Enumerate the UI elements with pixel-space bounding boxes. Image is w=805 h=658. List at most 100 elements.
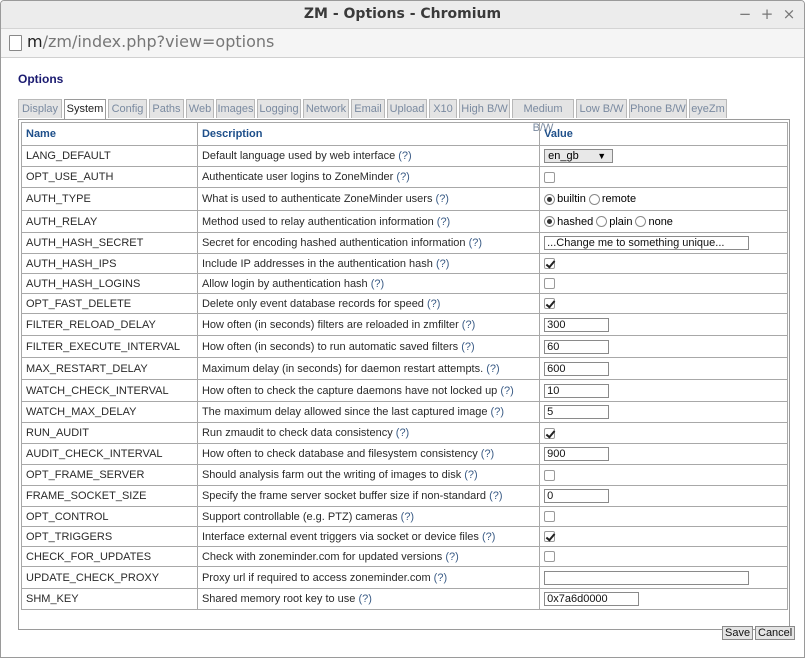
description-text: How often to check database and filesyst… bbox=[201, 448, 478, 460]
help-link[interactable]: (?) bbox=[396, 171, 409, 183]
help-link[interactable]: (?) bbox=[491, 406, 504, 418]
help-link[interactable]: (?) bbox=[464, 469, 477, 481]
close-icon[interactable]: × bbox=[779, 4, 799, 24]
option-description: The maximum delay allowed since the last… bbox=[196, 401, 541, 423]
tab-upload[interactable]: Upload bbox=[387, 99, 427, 118]
option-checkbox[interactable] bbox=[544, 427, 556, 439]
chevron-down-icon: ▼ bbox=[597, 151, 607, 161]
option-text-input[interactable]: 0 bbox=[544, 489, 610, 503]
tab-logging[interactable]: Logging bbox=[257, 99, 301, 118]
tab-low-b-w[interactable]: Low B/W bbox=[576, 99, 627, 118]
option-value bbox=[539, 422, 788, 444]
radio-remote[interactable] bbox=[588, 193, 600, 205]
tab-images[interactable]: Images bbox=[216, 99, 255, 118]
help-link[interactable]: (?) bbox=[445, 551, 458, 563]
help-link[interactable]: (?) bbox=[486, 363, 499, 375]
option-description: Secret for encoding hashed authenticatio… bbox=[196, 232, 541, 254]
tab-high-b-w[interactable]: High B/W bbox=[459, 99, 510, 118]
radio-none[interactable] bbox=[635, 216, 647, 228]
help-link[interactable]: (?) bbox=[436, 258, 449, 270]
tab-paths[interactable]: Paths bbox=[149, 99, 184, 118]
help-link[interactable]: (?) bbox=[396, 427, 409, 439]
option-checkbox[interactable] bbox=[544, 531, 556, 543]
tab-x10[interactable]: X10 bbox=[429, 99, 457, 118]
description-text: Interface external event triggers via so… bbox=[201, 530, 479, 543]
help-link[interactable]: (?) bbox=[469, 237, 482, 249]
tab-config[interactable]: Config bbox=[108, 99, 147, 118]
description-text: Method used to relay authentication info… bbox=[201, 215, 434, 228]
option-checkbox[interactable] bbox=[544, 258, 556, 270]
language-select[interactable]: en_gb ▼ bbox=[544, 149, 614, 163]
table-row: LANG_DEFAULT Default language used by web… bbox=[21, 145, 788, 167]
option-text-input[interactable]: 300 bbox=[544, 317, 610, 332]
option-name: AUTH_HASH_LOGINS bbox=[21, 273, 198, 294]
save-button[interactable]: Save bbox=[722, 626, 754, 640]
help-link[interactable]: (?) bbox=[489, 490, 502, 502]
option-text-input[interactable]: 900 bbox=[544, 447, 610, 461]
tab-network[interactable]: Network bbox=[303, 99, 349, 118]
option-checkbox[interactable] bbox=[544, 511, 556, 523]
option-name: RUN_AUDIT bbox=[21, 422, 198, 444]
help-link[interactable]: (?) bbox=[401, 511, 414, 523]
option-value: builtin remote bbox=[539, 187, 788, 211]
browser-window: ZM - Options - Chromium − + × m/zm/index… bbox=[0, 0, 805, 658]
maximize-icon[interactable]: + bbox=[757, 4, 777, 24]
description-text: Maximum delay (in seconds) for daemon re… bbox=[201, 362, 484, 375]
option-text-input[interactable]: 10 bbox=[544, 383, 610, 398]
option-value: 300 bbox=[539, 313, 788, 336]
cancel-button[interactable]: Cancel bbox=[755, 626, 796, 640]
tab-eyezm[interactable]: eyeZm bbox=[689, 99, 727, 118]
option-description: Allow login by authentication hash (?) bbox=[196, 273, 541, 294]
option-value: 10 bbox=[539, 379, 788, 402]
help-link[interactable]: (?) bbox=[427, 298, 440, 310]
option-value: en_gb ▼ bbox=[539, 145, 788, 167]
table-row: FRAME_SOCKET_SIZE Specify the frame serve… bbox=[21, 485, 788, 507]
option-checkbox[interactable] bbox=[544, 171, 556, 183]
help-link[interactable]: (?) bbox=[462, 319, 475, 331]
tab-system[interactable]: System bbox=[64, 99, 106, 120]
help-link[interactable]: (?) bbox=[500, 385, 513, 397]
tab-phone-b-w[interactable]: Phone B/W bbox=[629, 99, 687, 118]
option-description: Interface external event triggers via so… bbox=[196, 526, 541, 547]
help-link[interactable]: (?) bbox=[434, 572, 447, 584]
option-description: Run zmaudit to check data consistency (?… bbox=[196, 422, 541, 444]
tab-web[interactable]: Web bbox=[186, 99, 214, 118]
option-text-input[interactable]: 600 bbox=[544, 361, 610, 376]
help-link[interactable]: (?) bbox=[358, 593, 371, 605]
description-text: Support controllable (e.g. PTZ) cameras bbox=[201, 510, 398, 523]
option-text-input[interactable]: 0x7a6d0000 bbox=[544, 592, 640, 606]
help-link[interactable]: (?) bbox=[437, 216, 450, 228]
radio-hashed[interactable] bbox=[544, 216, 556, 228]
help-link[interactable]: (?) bbox=[371, 278, 384, 290]
tab-display[interactable]: Display bbox=[18, 99, 62, 118]
radio-builtin[interactable] bbox=[544, 193, 556, 205]
option-checkbox[interactable] bbox=[544, 551, 556, 563]
help-link[interactable]: (?) bbox=[482, 531, 495, 543]
radio-label-plain: plain bbox=[609, 215, 633, 228]
option-text-input[interactable] bbox=[544, 570, 750, 585]
option-checkbox[interactable] bbox=[544, 469, 556, 481]
radio-plain[interactable] bbox=[596, 216, 608, 228]
option-description: What is used to authenticate ZoneMinder … bbox=[196, 187, 541, 211]
tab-medium-b-w[interactable]: Medium B/W bbox=[512, 99, 574, 134]
option-name: SHM_KEY bbox=[21, 588, 198, 610]
help-link[interactable]: (?) bbox=[436, 193, 449, 205]
table-row: AUTH_RELAY Method used to relay authentic… bbox=[21, 210, 788, 233]
option-checkbox[interactable] bbox=[544, 278, 556, 290]
address-bar[interactable]: m/zm/index.php?view=options bbox=[1, 29, 804, 58]
radio-label-none: none bbox=[648, 215, 673, 228]
url-text[interactable]: m/zm/index.php?view=options bbox=[27, 32, 274, 51]
tab-email[interactable]: Email bbox=[351, 99, 385, 118]
option-name: AUTH_HASH_IPS bbox=[21, 253, 198, 274]
option-text-input[interactable]: 5 bbox=[544, 405, 610, 419]
option-description: Should analysis farm out the writing of … bbox=[196, 464, 541, 486]
minimize-icon[interactable]: − bbox=[735, 4, 755, 24]
option-description: Include IP addresses in the authenticati… bbox=[196, 253, 541, 274]
option-checkbox[interactable] bbox=[544, 298, 556, 310]
help-link[interactable]: (?) bbox=[481, 448, 494, 460]
option-description: How often (in seconds) to run automatic … bbox=[196, 335, 541, 358]
help-link[interactable]: (?) bbox=[461, 341, 474, 353]
option-text-input[interactable]: 60 bbox=[544, 339, 610, 354]
option-text-input[interactable]: ...Change me to something unique... bbox=[544, 236, 750, 250]
help-link[interactable]: (?) bbox=[398, 150, 411, 162]
